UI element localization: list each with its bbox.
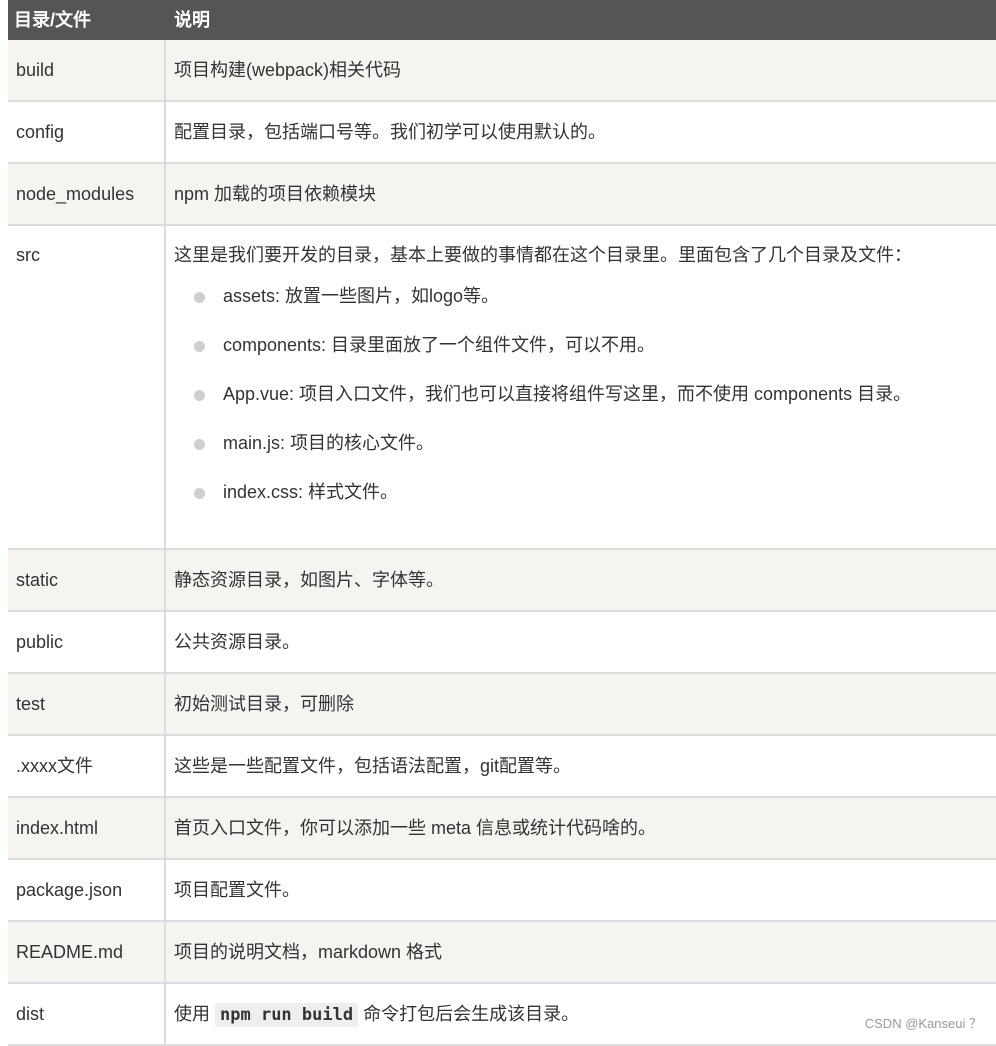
row-name: dist [8, 984, 166, 1044]
list-item: index.css: 样式文件。 [174, 480, 996, 529]
table-row: node_modules npm 加载的项目依赖模块 [8, 164, 996, 226]
row-name: build [8, 40, 166, 100]
row-name: index.html [8, 798, 166, 858]
row-desc: 首页入口文件，你可以添加一些 meta 信息或统计代码啥的。 [174, 818, 657, 838]
directory-table: 目录/文件 说明 build 项目构建(webpack)相关代码 config … [8, 0, 996, 1046]
row-name: public [8, 612, 166, 672]
list-item: App.vue: 项目入口文件，我们也可以直接将组件写这里，而不使用 compo… [174, 382, 996, 431]
table-row: src 这里是我们要开发的目录，基本上要做的事情都在这个目录里。里面包含了几个目… [8, 226, 996, 550]
row-name: src [8, 226, 166, 548]
watermark: CSDN @Kanseui ？ [864, 1016, 982, 1031]
row-name: test [8, 674, 166, 734]
list-item-text: App.vue: 项目入口文件，我们也可以直接将组件写这里，而不使用 compo… [223, 384, 912, 404]
row-name: package.json [8, 860, 166, 920]
row-desc: npm 加载的项目依赖模块 [174, 184, 377, 204]
row-desc: 静态资源目录，如图片、字体等。 [174, 570, 444, 590]
header-description: 说明 [174, 10, 210, 30]
src-intro-text: 这里是我们要开发的目录，基本上要做的事情都在这个目录里。里面包含了几个目录及文件… [174, 245, 912, 265]
row-desc: 项目配置文件。 [174, 880, 300, 900]
table-row: dist 使用 npm run build 命令打包后会生成该目录。 [8, 984, 996, 1046]
list-item-text: index.css: 样式文件。 [223, 482, 399, 502]
desc-after-text: 命令打包后会生成该目录。 [363, 1004, 580, 1024]
bullet-icon [194, 390, 205, 401]
row-desc: 这些是一些配置文件，包括语法配置，git配置等。 [174, 756, 572, 776]
table-row: build 项目构建(webpack)相关代码 [8, 40, 996, 102]
list-item: components: 目录里面放了一个组件文件，可以不用。 [174, 333, 996, 382]
row-desc: 配置目录，包括端口号等。我们初学可以使用默认的。 [174, 122, 606, 142]
table-row: public 公共资源目录。 [8, 612, 996, 674]
inline-code: npm run build [215, 1003, 359, 1027]
row-name: .xxxx文件 [8, 736, 166, 796]
list-item-text: assets: 放置一些图片，如logo等。 [223, 286, 500, 306]
row-desc: 初始测试目录，可删除 [174, 694, 354, 714]
bullet-icon [194, 439, 205, 450]
table-row: config 配置目录，包括端口号等。我们初学可以使用默认的。 [8, 102, 996, 164]
src-file-list: assets: 放置一些图片，如logo等。 components: 目录里面放… [174, 284, 996, 529]
list-item: main.js: 项目的核心文件。 [174, 431, 996, 480]
row-name: config [8, 102, 166, 162]
table-row: static 静态资源目录，如图片、字体等。 [8, 550, 996, 612]
bullet-icon [194, 341, 205, 352]
table-row: package.json 项目配置文件。 [8, 860, 996, 922]
bullet-icon [194, 292, 205, 303]
table-row: index.html 首页入口文件，你可以添加一些 meta 信息或统计代码啥的… [8, 798, 996, 860]
row-desc: 公共资源目录。 [174, 632, 300, 652]
row-desc: 项目的说明文档，markdown 格式 [174, 942, 443, 962]
row-desc: 项目构建(webpack)相关代码 [174, 60, 402, 80]
list-item-text: main.js: 项目的核心文件。 [223, 433, 435, 453]
header-directory: 目录/文件 [14, 10, 92, 30]
desc-before-text: 使用 [174, 1004, 210, 1024]
list-item-text: components: 目录里面放了一个组件文件，可以不用。 [223, 335, 656, 355]
row-name: README.md [8, 922, 166, 982]
row-desc: 这里是我们要开发的目录，基本上要做的事情都在这个目录里。里面包含了几个目录及文件… [166, 226, 996, 548]
list-item: assets: 放置一些图片，如logo等。 [174, 284, 996, 333]
table-row: .xxxx文件 这些是一些配置文件，包括语法配置，git配置等。 [8, 736, 996, 798]
row-name: static [8, 550, 166, 610]
table-row: README.md 项目的说明文档，markdown 格式 [8, 922, 996, 984]
table-header: 目录/文件 说明 [8, 0, 996, 40]
table-row: test 初始测试目录，可删除 [8, 674, 996, 736]
row-name: node_modules [8, 164, 166, 224]
bullet-icon [194, 488, 205, 499]
